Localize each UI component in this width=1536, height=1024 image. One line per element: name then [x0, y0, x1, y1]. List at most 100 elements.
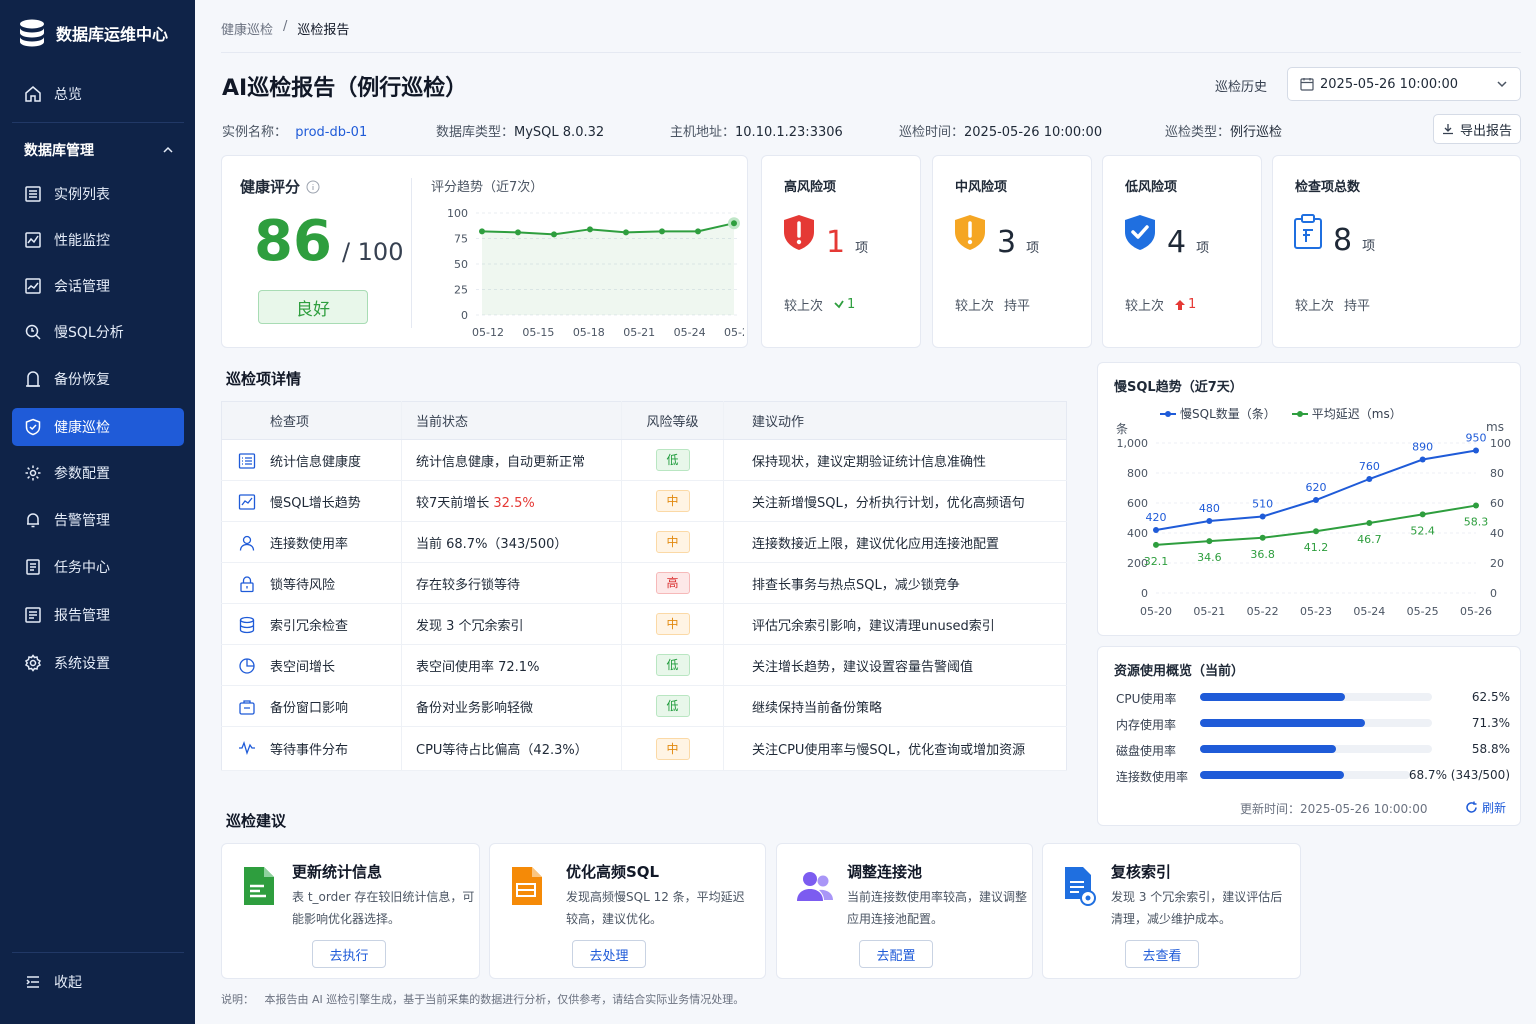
row-action: 评估冗余索引影响，建议清理unused索引: [723, 603, 1067, 645]
nav-overview[interactable]: 总览: [12, 75, 184, 113]
sql-file-icon: [512, 867, 542, 905]
search-icon: [25, 324, 41, 340]
row-item: 索引冗余检查: [270, 618, 349, 634]
backup-icon: [26, 371, 40, 387]
nav-sessions[interactable]: 会话管理: [12, 267, 184, 305]
backup-box-icon: [239, 700, 255, 715]
latency-data-label: 58.3: [1464, 516, 1489, 529]
shield-check-icon: [1125, 215, 1155, 250]
unit-right: ms: [1486, 420, 1504, 434]
table-row[interactable]: 统计信息健康度 统计信息健康，自动更新正常 低 保持现状，建议定期验证统计信息准…: [221, 439, 1067, 481]
table-row[interactable]: 索引冗余检查 发现 3 个冗余索引 中 评估冗余索引影响，建议清理unused索…: [221, 603, 1067, 645]
table-row[interactable]: 表空间增长 表空间使用率 72.1% 低 关注增长趋势，建议设置容量告警阈值: [221, 644, 1067, 686]
trend-icon: [238, 494, 256, 510]
suggestion-index-button[interactable]: 去查看: [1125, 940, 1199, 968]
table-row[interactable]: 锁等待风险 存在较多行锁等待 高 排查长事务与热点SQL，减少锁竞争: [221, 562, 1067, 604]
export-button[interactable]: 导出报告: [1433, 114, 1521, 144]
latency-point: [1153, 541, 1159, 548]
risk-high-title: 高风险项: [784, 180, 837, 195]
meta-type: 巡检类型：例行巡检: [1165, 121, 1282, 140]
slow-sql-legend: 慢SQL数量（条） 平均延迟（ms）: [1160, 405, 1402, 422]
table-row[interactable]: 连接数使用率 当前 68.7%（343/500） 中 连接数接近上限，建议优化应…: [221, 521, 1067, 563]
nav-params[interactable]: 参数配置: [12, 454, 184, 492]
suggestion-pool-title: 调整连接池: [847, 863, 923, 881]
health-title: 健康评分: [240, 178, 301, 196]
count-data-label: 480: [1199, 502, 1220, 515]
nav-settings-label: 系统设置: [54, 656, 110, 672]
risk-total-row: 8 项: [1293, 214, 1375, 256]
risk-total-title: 检查项总数: [1295, 180, 1361, 195]
task-icon: [26, 559, 40, 575]
y-tick-label: 50: [454, 258, 468, 271]
row-status: 存在较多行锁等待: [401, 562, 622, 604]
nav-bottom-divider: [12, 952, 184, 953]
download-icon: [1442, 124, 1453, 135]
pulse-icon: [239, 741, 255, 756]
meta-instance-value[interactable]: prod-db-01: [295, 125, 367, 140]
nav-settings[interactable]: 系统设置: [12, 644, 184, 682]
nav-collapse[interactable]: 收起: [12, 963, 184, 1001]
resource-card: 资源使用概览（当前） CPU使用率 62.5% 内存使用率 71.3% 磁盘使用…: [1097, 646, 1521, 826]
nav-tasks[interactable]: 任务中心: [12, 548, 184, 586]
trend-title: 评分趋势（近7次）: [431, 180, 544, 195]
row-status: 备份对业务影响轻微: [401, 685, 622, 727]
history-select[interactable]: 2025-05-26 10:00:00: [1287, 67, 1521, 101]
breadcrumb-current: 巡检报告: [297, 23, 350, 38]
y-tick-label: 75: [454, 233, 468, 246]
score-trend-chart: 0 25 50 75 100 05-12 05-15 05-18 05-21 05-24 05-26: [447, 207, 744, 339]
table-row[interactable]: 备份窗口影响 备份对业务影响轻微 低 继续保持当前备份策略: [221, 685, 1067, 727]
health-score-wrap: 86 / 100: [254, 214, 403, 270]
nav-section-db[interactable]: 数据库管理: [12, 132, 184, 168]
nav-sessions-label: 会话管理: [54, 279, 110, 295]
row-status: 较7天前增长 32.5%: [401, 480, 622, 522]
risk-badge: 中: [655, 490, 690, 512]
table-row[interactable]: 等待事件分布 CPU等待占比偏高（42.3%） 中 关注CPU使用率与慢SQL，…: [221, 726, 1067, 771]
breadcrumb-parent[interactable]: 健康巡检: [221, 19, 273, 38]
suggestion-pool-button[interactable]: 去配置: [859, 940, 933, 968]
col-item: 检查项: [221, 401, 402, 440]
risk-badge: 低: [655, 449, 690, 471]
nav-slow-sql-label: 慢SQL分析: [54, 325, 124, 341]
document-icon: [244, 867, 274, 905]
nav-instances[interactable]: 实例列表: [12, 175, 184, 213]
sidebar: 数据库运维中心 总览 数据库管理 实例列表 性能监控 会话管理 慢SQL分析 备…: [0, 0, 195, 1024]
legend-latency-marker: [1291, 410, 1308, 417]
suggestion-index-title: 复核索引: [1111, 863, 1172, 881]
suggestion-card-stats: 更新统计信息 表 t_order 存在较旧统计信息，可能影响优化器选择。 去执行: [221, 843, 480, 979]
row-action: 关注新增慢SQL，分析执行计划，优化高频语句: [723, 480, 1067, 522]
suggestion-stats-button[interactable]: 去执行: [312, 940, 386, 968]
nav-slow-sql[interactable]: 慢SQL分析: [12, 313, 184, 351]
latency-data-label: 32.1: [1144, 555, 1169, 568]
risk-high-num: 1: [826, 225, 846, 260]
nav-performance[interactable]: 性能监控: [12, 221, 184, 259]
shield-check-icon: [25, 418, 41, 436]
nav-backup[interactable]: 备份恢复: [12, 360, 184, 398]
risk-badge: 中: [655, 613, 690, 635]
row-action: 关注CPU使用率与慢SQL，优化查询或增加资源: [723, 726, 1067, 771]
row-action: 保持现状，建议定期验证统计信息准确性: [723, 439, 1067, 481]
nav-health-check[interactable]: 健康巡检: [12, 408, 184, 446]
count-data-label: 950: [1466, 433, 1487, 445]
x-tick-label: 05-21: [1193, 605, 1225, 618]
gear-icon: [24, 654, 42, 672]
resource-updated-value: 2025-05-26 10:00:00: [1300, 802, 1428, 816]
suggestion-card-sql: 优化高频SQL 发现高频慢SQL 12 条，平均延迟较高，建议优化。 去处理: [489, 843, 766, 979]
arrow-down-icon: [834, 300, 844, 308]
risk-mid-cmp-label: 较上次: [955, 299, 995, 314]
nav-reports[interactable]: 报告管理: [12, 596, 184, 634]
info-icon[interactable]: [306, 180, 320, 194]
res-fill-cpu: [1200, 693, 1345, 701]
table-row[interactable]: 慢SQL增长趋势 较7天前增长 32.5% 中 关注新增慢SQL，分析执行计划，…: [221, 480, 1067, 522]
nav-alerts[interactable]: 告警管理: [12, 501, 184, 539]
y-left-tick-label: 0: [1141, 587, 1148, 600]
suggestion-sql-button[interactable]: 去处理: [572, 940, 646, 968]
main-content: 健康巡检 / 巡检报告 AI巡检报告（例行巡检） 巡检历史 2025-05-26…: [195, 0, 1536, 1024]
refresh-button[interactable]: 刷新: [1465, 799, 1506, 816]
list-icon: [25, 186, 41, 202]
page-title: AI巡检报告（例行巡检）: [222, 76, 468, 101]
y-right-tick-label: 20: [1490, 557, 1504, 570]
users-icon: [797, 872, 833, 901]
latency-data-label: 34.6: [1197, 551, 1222, 564]
y-right-tick-label: 40: [1490, 527, 1504, 540]
risk-high-unit: 项: [855, 241, 869, 256]
